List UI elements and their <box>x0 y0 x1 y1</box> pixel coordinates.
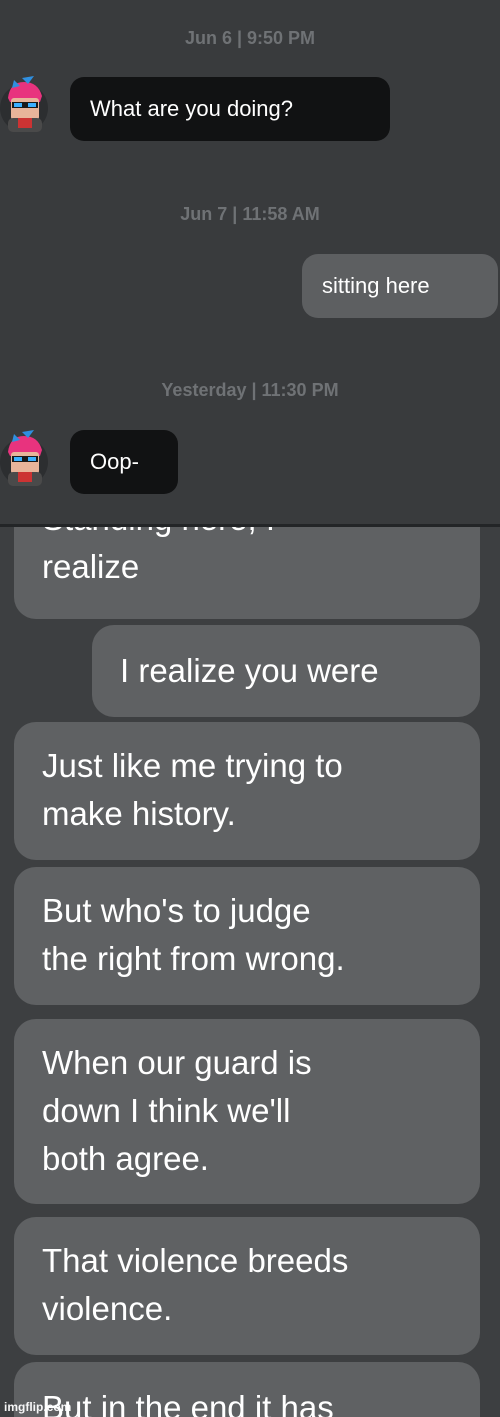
message-line: the right from wrong. <box>42 940 345 977</box>
message-line: realize <box>42 548 140 585</box>
message-bubble[interactable]: Standing here, I realize <box>14 527 480 619</box>
message-line: Standing here, I <box>42 527 452 543</box>
message-line: make history. <box>42 795 236 832</box>
message-text: Oop- <box>90 449 139 474</box>
message-line: But who's to judge <box>42 892 311 929</box>
message-bubble[interactable]: But who's to judge the right from wrong. <box>14 867 480 1005</box>
avatar-icon <box>0 76 48 132</box>
message-line: But in the end it has <box>42 1389 334 1417</box>
message-line: When our guard is <box>42 1044 312 1081</box>
message-line: I realize you were <box>120 652 379 689</box>
message-bubble-received[interactable]: Oop- <box>70 430 178 494</box>
chat-history-top: Jun 6 | 9:50 PM What are you doing? Jun … <box>0 0 500 526</box>
message-line: violence. <box>42 1290 173 1327</box>
message-line: That violence breeds <box>42 1242 349 1279</box>
message-bubble[interactable]: That violence breeds violence. <box>14 1217 480 1355</box>
message-bubble-received[interactable]: What are you doing? <box>70 77 390 141</box>
avatar[interactable] <box>0 428 52 488</box>
message-bubble[interactable]: I realize you were <box>92 625 480 717</box>
timestamp: Jun 7 | 11:58 AM <box>180 204 320 224</box>
chat-history-zoomed: Standing here, I realize I realize you w… <box>0 527 500 1417</box>
timestamp: Yesterday | 11:30 PM <box>161 380 339 400</box>
avatar-icon <box>0 430 48 486</box>
message-bubble[interactable]: But in the end it has <box>14 1362 480 1417</box>
watermark: imgflip.com <box>4 1400 72 1414</box>
timestamp: Jun 6 | 9:50 PM <box>184 28 316 48</box>
message-bubble[interactable]: Just like me trying to make history. <box>14 722 480 860</box>
avatar[interactable] <box>0 74 52 134</box>
message-line: down I think we'll <box>42 1092 291 1129</box>
message-text: sitting here <box>322 273 430 298</box>
message-text: What are you doing? <box>90 96 294 121</box>
message-bubble[interactable]: When our guard is down I think we'll bot… <box>14 1019 480 1204</box>
message-line: Just like me trying to <box>42 747 343 784</box>
message-bubble-sent[interactable]: sitting here <box>302 254 498 318</box>
message-line: both agree. <box>42 1140 209 1177</box>
